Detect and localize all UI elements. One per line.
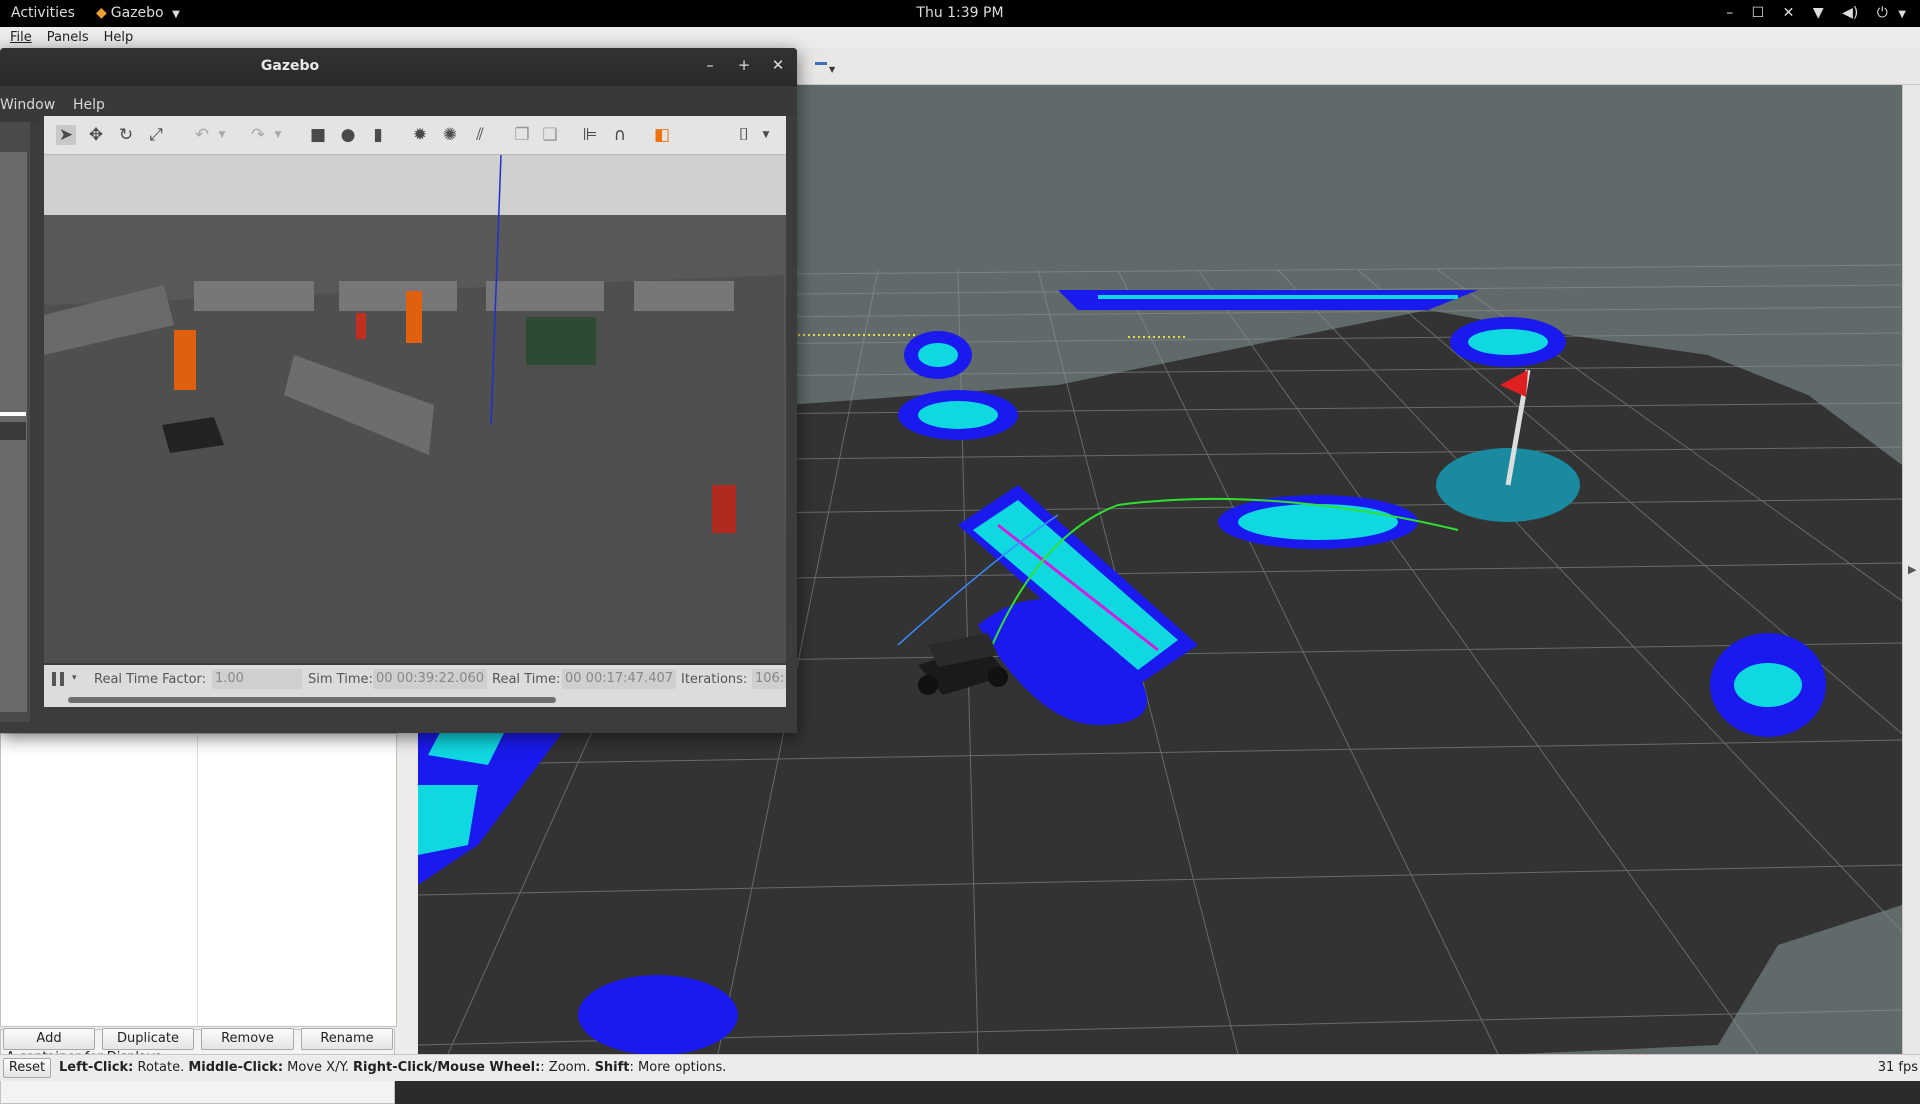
minimize-icon[interactable]: – <box>1726 5 1733 21</box>
paste-icon[interactable]: ❏ <box>540 125 560 145</box>
menu-window[interactable]: Window <box>0 97 55 113</box>
align-icon[interactable]: ⊫ <box>580 125 600 145</box>
rotate-icon[interactable]: ↻ <box>116 125 136 145</box>
displays-tree[interactable] <box>0 733 397 1027</box>
window-frame <box>786 116 797 716</box>
gazebo-side-panel[interactable] <box>0 122 30 722</box>
gazebo-logo-icon: ◆ <box>96 5 107 21</box>
hint-key: Shift <box>594 1060 630 1075</box>
gazebo-titlebar[interactable]: Gazebo – + ✕ <box>0 48 797 86</box>
close-icon[interactable]: ✕ <box>768 56 788 74</box>
remove-button[interactable]: Remove <box>201 1028 294 1050</box>
real-time-value: 00 00:17:47.407 <box>562 669 676 689</box>
gazebo-world <box>44 155 786 663</box>
translate-icon[interactable]: ✥ <box>86 125 106 145</box>
scale-icon[interactable]: ⤢ <box>146 125 166 145</box>
wifi-icon[interactable]: ▼ <box>1813 5 1824 21</box>
menu-panels[interactable]: Panels <box>42 27 94 48</box>
copy-icon[interactable]: ❐ <box>512 125 532 145</box>
chevron-down-icon[interactable]: ▼ <box>212 125 232 145</box>
gazebo-3d-scene[interactable] <box>44 155 786 663</box>
hint-key: Middle-Click: <box>188 1060 284 1075</box>
side-panel-handle[interactable] <box>0 422 26 440</box>
horizontal-scrollbar[interactable] <box>44 693 786 707</box>
minimize-icon[interactable]: – <box>700 56 720 74</box>
iterations-label: Iterations: <box>681 672 748 687</box>
chevron-down-icon: ▼ <box>172 9 180 20</box>
rviz-menubar: File Panels Help <box>0 27 1920 49</box>
fps-readout: 31 fps <box>1877 1060 1918 1075</box>
pause-icon[interactable] <box>52 672 64 686</box>
sim-time-value: 00 00:39:22.060 <box>373 669 487 689</box>
select-icon[interactable]: ➤ <box>56 125 76 145</box>
hint-text: Rotate. <box>133 1060 189 1075</box>
sim-time-label: Sim Time: <box>308 672 373 687</box>
hint-key: Left-Click: <box>59 1060 134 1075</box>
chevron-down-icon[interactable]: ▼ <box>756 125 776 145</box>
view-angle-icon[interactable]: ◧ <box>652 125 672 145</box>
menu-help[interactable]: Help <box>73 97 105 113</box>
system-tray[interactable]: – ☐ ✕ ▼ ◀) ⏻ ▼ <box>1712 0 1906 27</box>
tool-icon[interactable] <box>815 62 827 65</box>
app-menu[interactable]: ◆ Gazebo ▼ <box>96 0 180 27</box>
status-hint: Left-Click: Rotate. Middle-Click: Move X… <box>59 1055 726 1081</box>
point-light-icon[interactable]: ✹ <box>410 125 430 145</box>
reset-button[interactable]: Reset <box>3 1058 51 1078</box>
menu-file[interactable]: File <box>5 27 37 48</box>
box-icon[interactable]: ■ <box>308 125 328 145</box>
gazebo-toolbar: ➤ ✥ ↻ ⤢ ↶ ▼ ↷ ▼ ■ ● ▮ ✹ ✺ ⫽ ❐ ❏ ⊫ ∩ ◧ ⌷ … <box>44 116 786 155</box>
sphere-icon[interactable]: ● <box>338 125 358 145</box>
chevron-down-icon[interactable]: ▼ <box>268 125 288 145</box>
rtf-value: 1.00 <box>212 669 302 689</box>
hint-text: : Zoom. <box>540 1060 595 1075</box>
hint-text: Move X/Y. <box>283 1060 354 1075</box>
expand-arrow-icon[interactable]: ▶ <box>1908 563 1916 576</box>
volume-icon[interactable]: ◀) <box>1842 5 1858 21</box>
clock[interactable]: Thu 1:39 PM <box>916 5 1003 21</box>
screenshot-icon[interactable]: ⌷ <box>734 125 754 145</box>
iterations-value: 106: <box>752 669 786 689</box>
chevron-down-icon[interactable]: ▼ <box>829 65 835 74</box>
chevron-down-icon[interactable]: ▼ <box>1898 9 1906 20</box>
column-divider[interactable] <box>197 734 198 1026</box>
app-menu-label: Gazebo <box>110 5 164 21</box>
duplicate-button[interactable]: Duplicate <box>102 1028 194 1050</box>
menu-help[interactable]: Help <box>99 27 139 48</box>
hint-text: : More options. <box>629 1060 727 1075</box>
rename-button[interactable]: Rename <box>301 1028 393 1050</box>
cylinder-icon[interactable]: ▮ <box>368 125 388 145</box>
directional-light-icon[interactable]: ⫽ <box>470 125 490 145</box>
window-title: Gazebo <box>260 58 320 74</box>
rtf-label: Real Time Factor: <box>94 672 207 687</box>
gazebo-time-bar: ▾ Real Time Factor: 1.00 Sim Time: 00 00… <box>44 665 786 693</box>
chevron-down-icon[interactable]: ▾ <box>72 673 77 683</box>
system-top-bar: Activities ◆ Gazebo ▼ Thu 1:39 PM – ☐ ✕ ▼… <box>0 0 1920 27</box>
real-time-label: Real Time: <box>492 672 561 687</box>
clock-container: Thu 1:39 PM <box>0 0 1920 27</box>
redo-icon[interactable]: ↷ <box>248 125 268 145</box>
undo-icon[interactable]: ↶ <box>192 125 212 145</box>
close-icon[interactable]: ✕ <box>1783 5 1795 21</box>
spot-light-icon[interactable]: ✺ <box>440 125 460 145</box>
add-button[interactable]: Add <box>3 1028 95 1050</box>
panel-buttons: Add Duplicate Remove Rename <box>0 1028 400 1050</box>
scrollbar-thumb[interactable] <box>68 697 556 703</box>
maximize-icon[interactable]: + <box>734 56 754 74</box>
right-panel-collapsed[interactable]: ▶ <box>1902 85 1920 1054</box>
gazebo-window: Gazebo – + ✕ Window Help ➤ ✥ ↻ ⤢ ↶ ▼ ↷ ▼… <box>0 48 797 733</box>
activities-button[interactable]: Activities <box>11 0 75 27</box>
status-bar: Reset Left-Click: Rotate. Middle-Click: … <box>0 1054 1920 1081</box>
maximize-icon[interactable]: ☐ <box>1752 5 1765 21</box>
side-panel-handle[interactable] <box>0 412 26 416</box>
snap-icon[interactable]: ∩ <box>610 125 630 145</box>
hint-key: Right-Click/Mouse Wheel: <box>353 1060 541 1075</box>
power-icon[interactable]: ⏻ <box>1877 5 1888 21</box>
